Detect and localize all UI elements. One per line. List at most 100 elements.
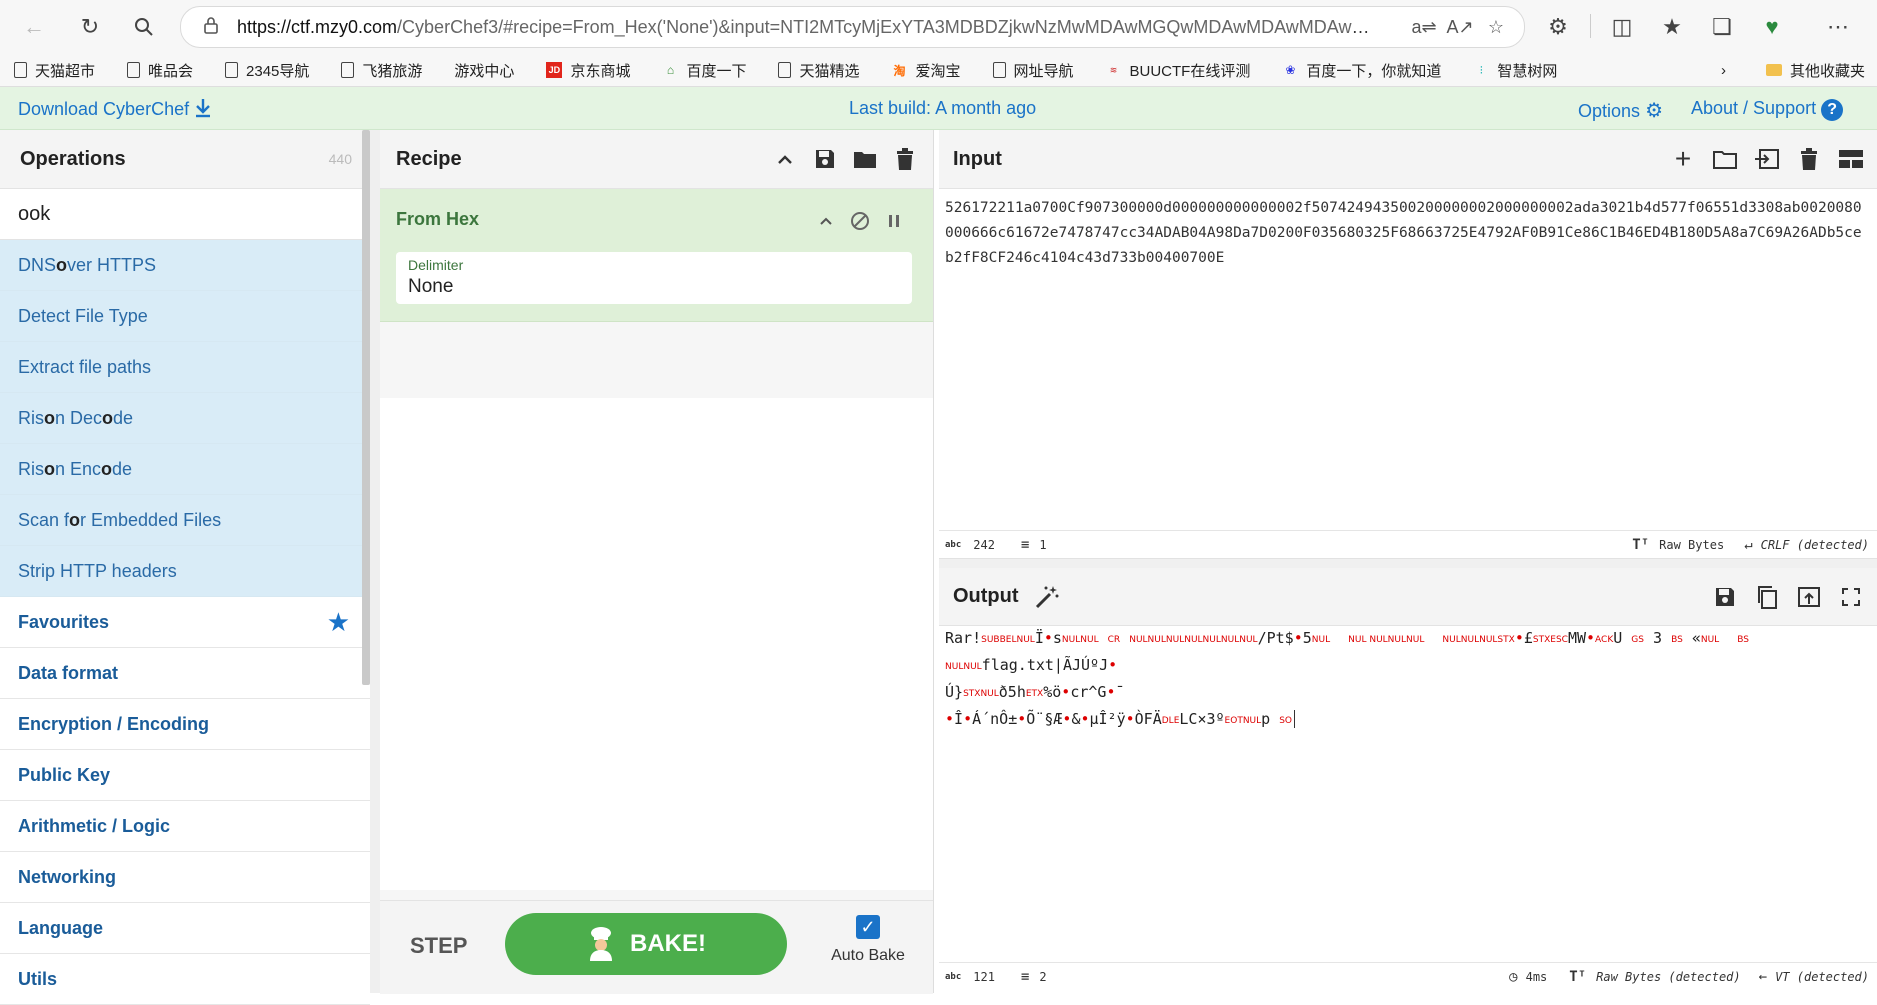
bookmark-item[interactable]: 2345导航 bbox=[225, 60, 309, 81]
lock-icon[interactable] bbox=[203, 16, 225, 39]
output-encoding[interactable]: Raw Bytes (detected) bbox=[1596, 970, 1741, 984]
output-title: Output bbox=[953, 585, 1019, 607]
output-eol[interactable]: VT (detected) bbox=[1775, 970, 1869, 984]
save-icon[interactable] bbox=[809, 143, 841, 175]
control-dot: • bbox=[1586, 629, 1596, 647]
op-result-item[interactable]: Scan for Embedded Files bbox=[0, 495, 370, 546]
folder-open-icon[interactable] bbox=[849, 143, 881, 175]
bookmark-item[interactable]: ❀ 百度一下，你就知道 bbox=[1282, 60, 1441, 81]
text-type-icon[interactable]: Tᵀ bbox=[1569, 969, 1586, 985]
back-icon[interactable]: ← bbox=[16, 9, 52, 45]
input-textarea[interactable]: 526172211a0700Cf907300000d00000000000000… bbox=[945, 196, 1869, 496]
bookmark-item[interactable]: ≋ BUUCTF在线评测 bbox=[1106, 60, 1251, 81]
search-icon[interactable] bbox=[126, 9, 162, 45]
bookmarks-more-icon[interactable]: › bbox=[1721, 62, 1726, 79]
favorite-star-icon[interactable]: ☆ bbox=[1478, 17, 1514, 38]
performance-icon[interactable]: ♥ bbox=[1754, 9, 1790, 45]
control-dot: • bbox=[1080, 710, 1090, 728]
reset-layout-icon[interactable] bbox=[1835, 143, 1867, 175]
category-item[interactable]: Data format bbox=[0, 648, 370, 699]
bookmark-item[interactable]: 唯品会 bbox=[127, 60, 193, 81]
copy-output-icon[interactable] bbox=[1751, 581, 1783, 613]
refresh-icon[interactable]: ↻ bbox=[72, 9, 108, 45]
category-item[interactable]: Public Key bbox=[0, 750, 370, 801]
bookmark-item[interactable]: 天猫精选 bbox=[778, 60, 859, 81]
delimiter-value[interactable]: None bbox=[408, 276, 453, 298]
category-item[interactable]: Language bbox=[0, 903, 370, 954]
star-icon[interactable]: ★ bbox=[327, 607, 350, 638]
bookmark-item[interactable]: 飞猪旅游 bbox=[341, 60, 422, 81]
bake-button[interactable]: BAKE! bbox=[505, 913, 787, 975]
category-item[interactable]: Arithmetic / Logic bbox=[0, 801, 370, 852]
auto-bake-toggle[interactable]: ✓ Auto Bake bbox=[817, 915, 919, 965]
output-chunk: p bbox=[1261, 710, 1271, 728]
more-menu-icon[interactable]: ⋯ bbox=[1820, 9, 1856, 45]
collections-icon[interactable]: ❏ bbox=[1704, 9, 1740, 45]
output-text[interactable]: Rar!SUBBELNULÏ•sNULNUL CR NULNULNULNULNU… bbox=[945, 626, 1869, 886]
open-folder-icon[interactable] bbox=[1709, 143, 1741, 175]
recipe-op-from-hex[interactable]: From Hex Delimiter None bbox=[380, 189, 933, 322]
input-encoding[interactable]: Raw Bytes bbox=[1659, 538, 1724, 552]
open-file-icon[interactable] bbox=[1751, 143, 1783, 175]
category-item[interactable]: Networking bbox=[0, 852, 370, 903]
collapse-chevron-icon[interactable] bbox=[769, 143, 801, 175]
output-chunk: µÎ²ÿ bbox=[1089, 710, 1126, 728]
op-label: Scan f bbox=[18, 509, 70, 530]
bookmark-label: 网址导航 bbox=[1013, 62, 1074, 80]
op-result-item[interactable]: Strip HTTP headers bbox=[0, 546, 370, 597]
op-result-item[interactable]: Ris o n Enc o de bbox=[0, 444, 370, 495]
clear-input-trash-icon[interactable] bbox=[1793, 143, 1825, 175]
options-link[interactable]: Options ⚙ bbox=[1578, 98, 1663, 123]
bookmark-item[interactable]: JD 京东商城 bbox=[546, 60, 630, 81]
input-eol[interactable]: CRLF (detected) bbox=[1761, 538, 1869, 552]
magic-wand-icon[interactable] bbox=[1031, 581, 1063, 613]
bookmark-item[interactable]: 淘爱淘宝 bbox=[891, 60, 960, 81]
add-tab-icon[interactable]: + bbox=[1667, 143, 1699, 175]
bookmark-item[interactable]: 网址导航 bbox=[992, 60, 1074, 81]
category-item[interactable]: Encryption / Encoding bbox=[0, 699, 370, 750]
bookmark-item[interactable]: ⁝ 智慧树网 bbox=[1473, 60, 1557, 81]
delimiter-field[interactable]: Delimiter None bbox=[396, 252, 912, 304]
maximise-output-icon[interactable] bbox=[1835, 581, 1867, 613]
translate-icon[interactable]: a⇌ bbox=[1406, 17, 1442, 38]
category-item[interactable]: Utils bbox=[0, 954, 370, 1005]
op-result-item[interactable]: Extract file paths bbox=[0, 342, 370, 393]
op-label: Extract file paths bbox=[18, 356, 152, 377]
recipe-drop-area[interactable] bbox=[380, 398, 933, 890]
bookmark-label: 其他收藏夹 bbox=[1789, 62, 1865, 80]
operations-search-input[interactable] bbox=[16, 201, 340, 227]
favorites-icon[interactable]: ★ bbox=[1654, 9, 1690, 45]
op-collapse-chevron-icon[interactable] bbox=[810, 205, 842, 237]
about-support-link[interactable]: About / Support ? bbox=[1691, 98, 1844, 121]
panel-resizer[interactable] bbox=[370, 130, 380, 993]
operations-search[interactable] bbox=[0, 189, 370, 240]
download-cyberchef-link[interactable]: Download CyberChef bbox=[18, 98, 212, 120]
address-bar[interactable]: https://ctf.mzy0.com/CyberChef3/#recipe=… bbox=[180, 6, 1525, 48]
read-aloud-icon[interactable]: A↗ bbox=[1442, 17, 1478, 38]
auto-bake-checkbox[interactable]: ✓ bbox=[856, 915, 880, 939]
bookmark-folder[interactable]: 其他收藏夹 bbox=[1765, 60, 1865, 81]
trash-icon[interactable] bbox=[889, 143, 921, 175]
disable-op-icon[interactable] bbox=[844, 205, 876, 237]
url-text[interactable]: https://ctf.mzy0.com/CyberChef3/#recipe=… bbox=[237, 17, 1377, 38]
bookmark-item[interactable]: ⌂ 百度一下 bbox=[662, 60, 747, 81]
bookmark-item[interactable]: 游戏中心 bbox=[454, 60, 514, 81]
category-favourites[interactable]: Favourites ★ bbox=[0, 597, 370, 648]
about-label: About / Support bbox=[1691, 98, 1817, 118]
output-chunk: Á´nÔ± bbox=[972, 710, 1018, 728]
breakpoint-pause-icon[interactable] bbox=[878, 205, 910, 237]
text-type-icon[interactable]: Tᵀ bbox=[1632, 537, 1649, 553]
extensions-icon[interactable]: ⚙ bbox=[1540, 9, 1576, 45]
split-screen-icon[interactable]: ◫ bbox=[1604, 9, 1640, 45]
save-output-icon[interactable] bbox=[1709, 581, 1741, 613]
last-build-link[interactable]: Last build: A month ago bbox=[849, 98, 1036, 119]
op-result-item[interactable]: Detect File Type bbox=[0, 291, 370, 342]
lines-icon: ≡ bbox=[1020, 969, 1030, 985]
move-output-to-input-icon[interactable] bbox=[1793, 581, 1825, 613]
op-result-item[interactable]: DNS o ver HTTPS bbox=[0, 240, 370, 291]
bookmark-item[interactable]: 天猫超市 bbox=[14, 60, 95, 81]
step-button[interactable]: STEP bbox=[410, 933, 467, 959]
op-result-item[interactable]: Ris o n Dec o de bbox=[0, 393, 370, 444]
output-chunk: STXNUL bbox=[963, 689, 999, 699]
operations-scrollbar[interactable] bbox=[362, 130, 370, 685]
